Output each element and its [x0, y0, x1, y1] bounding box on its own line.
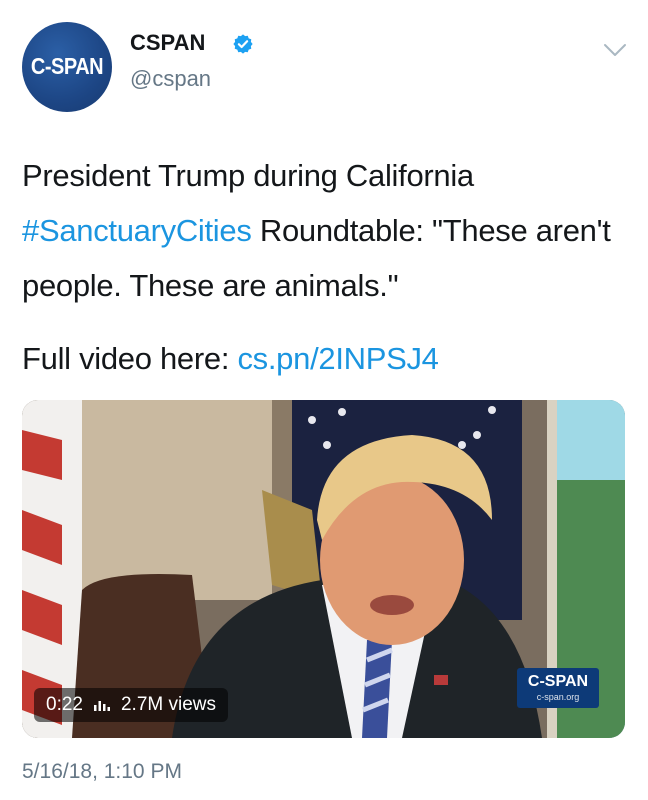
avatar[interactable]: C-SPAN: [22, 22, 112, 112]
hashtag-link[interactable]: #SanctuaryCities: [22, 213, 252, 248]
tweet-body: President Trump during California #Sanct…: [22, 148, 632, 313]
video-stats-overlay: 0:22 2.7M views: [34, 688, 229, 722]
chevron-down-icon[interactable]: [602, 40, 628, 60]
display-name[interactable]: CSPAN: [130, 30, 205, 56]
tweet-text: President Trump during California #Sanct…: [22, 148, 632, 386]
cspan-watermark: C-SPAN c-span.org: [517, 668, 599, 708]
watermark-url: c-span.org: [536, 692, 580, 702]
verified-badge-icon: [233, 34, 253, 54]
watermark-title: C-SPAN: [527, 673, 589, 690]
video-link-line: Full video here: cs.pn/2INPSJ4: [22, 331, 632, 386]
video-player[interactable]: 0:22 2.7M views C-SPAN c-span.org: [22, 400, 625, 738]
view-count: 2.7M views: [120, 694, 217, 715]
tweet-text-part: President Trump during California: [22, 158, 474, 193]
user-handle[interactable]: @cspan: [130, 66, 211, 92]
video-url-link[interactable]: cs.pn/2INPSJ4: [237, 341, 438, 376]
tweet-timestamp[interactable]: 5/16/18, 1:10 PM: [22, 760, 182, 784]
video-link-label: Full video here:: [22, 341, 238, 376]
views-bars-icon: [93, 701, 110, 711]
avatar-logo-text: C-SPAN: [30, 53, 104, 80]
video-duration: 0:22: [46, 694, 83, 715]
